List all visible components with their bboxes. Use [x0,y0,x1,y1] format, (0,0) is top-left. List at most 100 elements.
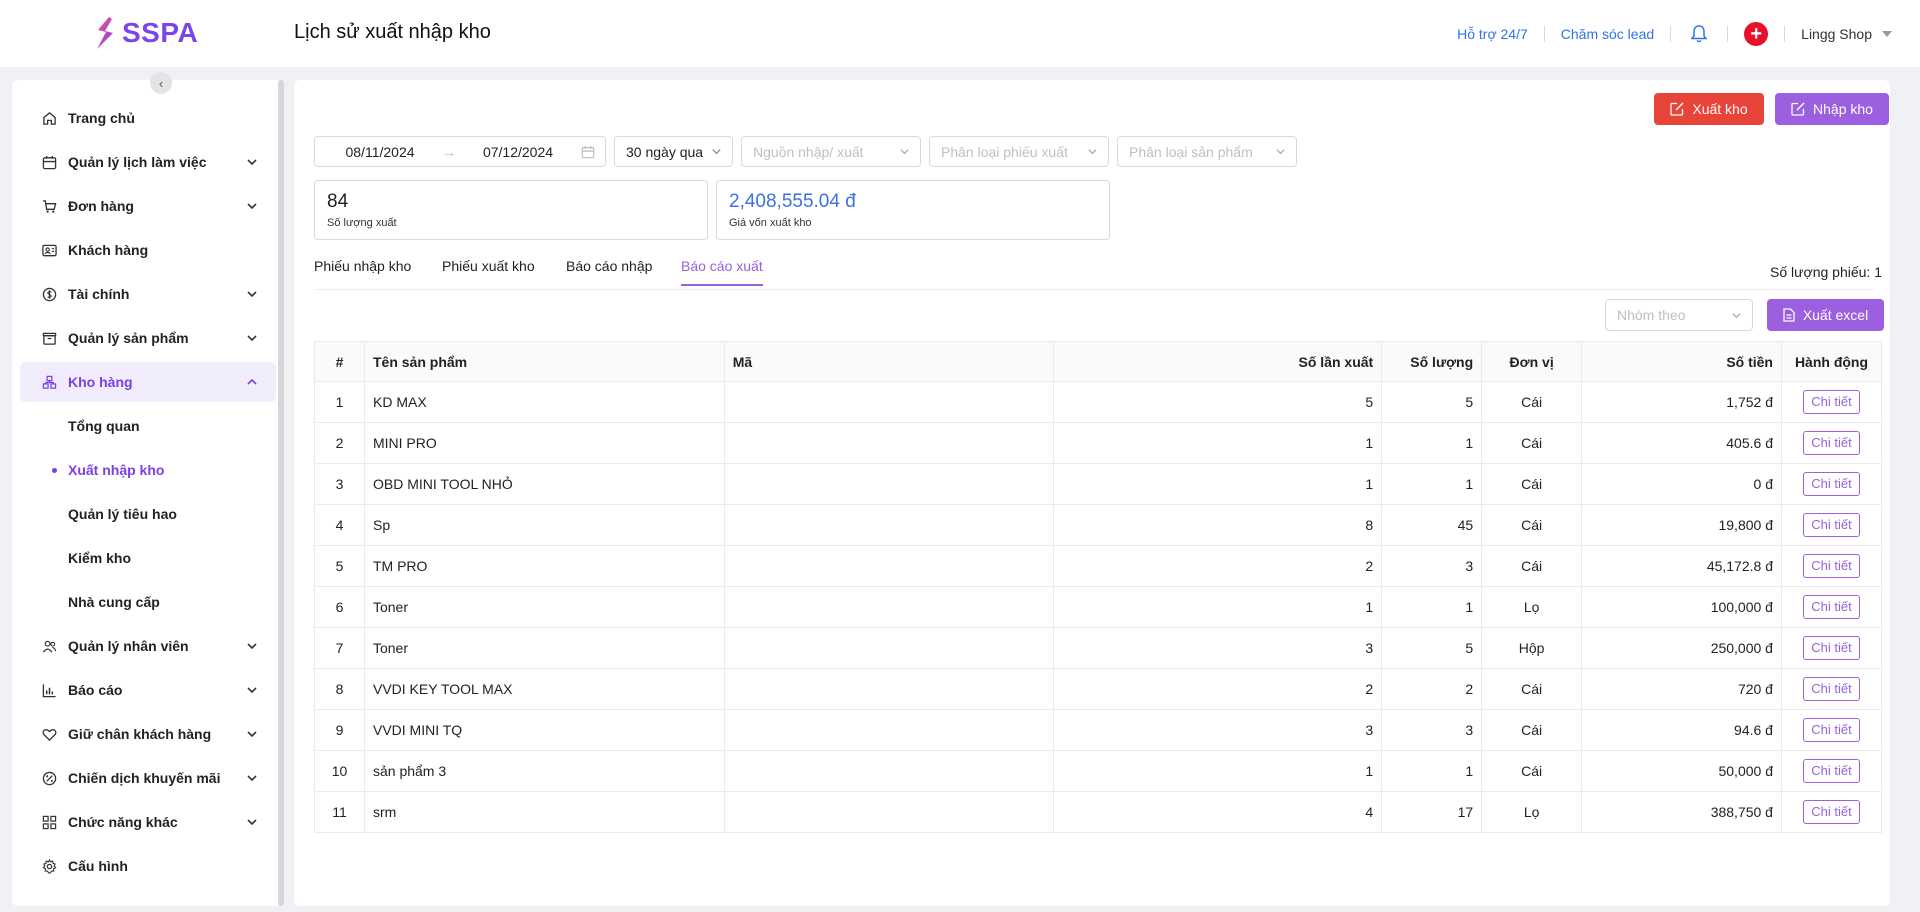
period-select[interactable]: 30 ngày qua [614,136,733,167]
sidebar-subitem-consumption[interactable]: Quản lý tiêu hao [20,494,276,534]
sidebar-item-label: Kho hàng [68,374,133,390]
edit-icon [1791,102,1805,116]
cart-icon [42,198,58,214]
sidebar-scrollbar[interactable] [278,80,284,906]
cell-actions: Chi tiết [1780,504,1883,546]
detail-button[interactable]: Chi tiết [1803,718,1860,742]
chevron-down-icon [247,687,257,694]
sidebar-item-home[interactable]: Trang chủ [20,98,276,138]
cell-export-times: 2 [1053,545,1383,587]
cell-quantity: 17 [1381,791,1483,833]
tab-import-slips[interactable]: Phiếu nhập kho [314,258,411,284]
cell-amount: 100,000 đ [1581,586,1782,628]
cell-product-name: srm [363,791,725,833]
detail-button[interactable]: Chi tiết [1803,390,1860,414]
sidebar-item-products[interactable]: Quản lý sản phẩm [20,318,276,358]
table-row: 8 VVDI KEY TOOL MAX 2 2 Cái 720 đ Chi tiết [314,668,1883,710]
detail-button[interactable]: Chi tiết [1803,800,1860,824]
sidebar-subitem-stocktake[interactable]: Kiểm kho [20,538,276,578]
cell-product-name: VVDI KEY TOOL MAX [363,668,725,710]
sidebar-item-other-functions[interactable]: Chức năng khác [20,802,276,842]
lead-care-link[interactable]: Chăm sóc lead [1545,26,1670,42]
sidebar-item-label: Trang chủ [68,110,135,126]
period-value: 30 ngày qua [626,143,704,160]
cell-quantity: 45 [1381,504,1483,546]
date-range-picker[interactable]: 08/11/2024 → 07/12/2024 [314,136,606,167]
export-stock-button[interactable]: Xuất kho [1654,93,1764,125]
cell-quantity: 3 [1381,545,1483,587]
sidebar-item-orders[interactable]: Đơn hàng [20,186,276,226]
sidebar-item-settings[interactable]: Cấu hình [20,846,276,886]
chevron-down-icon [900,149,909,155]
cell-product-name: KD MAX [363,381,725,423]
support-link[interactable]: Hỗ trợ 24/7 [1441,26,1544,42]
sidebar-item-customers[interactable]: Khách hàng [20,230,276,270]
grid-icon [42,814,58,830]
export-report-table: # Tên sản phẩm Mã Số lần xuất Số lượng Đ… [314,341,1883,833]
table-body: 1 KD MAX 5 5 Cái 1,752 đ Chi tiết 2 MINI PRO 1 1 Cá… [314,381,1883,833]
sidebar-item-reports[interactable]: Báo cáo [20,670,276,710]
column-header-product-name: Tên sản phẩm [363,341,725,382]
date-from[interactable]: 08/11/2024 [325,144,435,160]
cell-amount: 0 đ [1581,463,1782,505]
bell-icon[interactable] [1671,24,1727,43]
cell-code [723,791,1055,833]
tab-import-report[interactable]: Báo cáo nhập [566,258,652,284]
slip-type-select[interactable]: Phân loại phiếu xuất [929,136,1109,167]
detail-button[interactable]: Chi tiết [1803,677,1860,701]
import-stock-button[interactable]: Nhập kho [1775,93,1889,125]
export-excel-button[interactable]: Xuất excel [1767,299,1884,331]
detail-button[interactable]: Chi tiết [1803,472,1860,496]
chevron-down-icon [247,819,257,826]
brand-logo[interactable]: SSPA [94,16,198,50]
collapse-sidebar-button[interactable]: ‹ [150,72,172,94]
detail-button[interactable]: Chi tiết [1803,759,1860,783]
divider [1727,25,1729,42]
cell-code [723,750,1055,792]
sidebar-item-label: Chiến dịch khuyến mãi [68,770,221,786]
add-new-button[interactable]: + [1744,21,1769,46]
group-by-select[interactable]: Nhóm theo [1605,299,1753,331]
cell-index: 6 [314,586,365,628]
date-to[interactable]: 07/12/2024 [463,144,573,160]
dollar-icon [42,286,58,302]
detail-button[interactable]: Chi tiết [1803,554,1860,578]
detail-button[interactable]: Chi tiết [1803,431,1860,455]
cell-export-times: 2 [1053,668,1383,710]
sidebar-item-warehouse[interactable]: Kho hàng [20,362,276,402]
sidebar-subitem-stock-history[interactable]: Xuất nhập kho [20,450,276,490]
cell-quantity: 5 [1381,381,1483,423]
source-select[interactable]: Nguồn nhập/ xuất [741,136,921,167]
cell-actions: Chi tiết [1780,545,1883,587]
group-by-placeholder: Nhóm theo [1617,307,1686,323]
shop-switcher[interactable]: Lingg Shop [1785,26,1892,42]
sidebar-item-retention[interactable]: Giữ chân khách hàng [20,714,276,754]
sidebar-subitem-suppliers[interactable]: Nhà cung cấp [20,582,276,622]
sidebar-item-staff[interactable]: Quản lý nhân viên [20,626,276,666]
tab-export-report[interactable]: Báo cáo xuất [681,258,763,286]
cell-product-name: sản phẩm 3 [363,750,725,792]
tab-export-slips[interactable]: Phiếu xuất kho [442,258,535,284]
cell-code [723,381,1055,423]
sidebar-item-finance[interactable]: Tài chính [20,274,276,314]
cell-product-name: VVDI MINI TQ [363,709,725,751]
cell-quantity: 1 [1381,463,1483,505]
detail-button[interactable]: Chi tiết [1803,513,1860,537]
cell-unit: Cái [1481,381,1583,423]
detail-button[interactable]: Chi tiết [1803,595,1860,619]
cell-index: 10 [314,750,365,792]
sidebar-item-schedule[interactable]: Quản lý lịch làm việc [20,142,276,182]
export-cost-value: 2,408,555.04 đ [729,191,856,212]
cell-export-times: 1 [1053,422,1383,464]
sidebar-item-label: Cấu hình [68,858,128,874]
chevron-down-icon [247,775,257,782]
sidebar-item-promotions[interactable]: Chiến dịch khuyến mãi [20,758,276,798]
chevron-down-icon [247,203,257,210]
sidebar-subitem-overview[interactable]: Tổng quan [20,406,276,446]
cell-export-times: 1 [1053,750,1383,792]
cell-code [723,463,1055,505]
cell-code [723,709,1055,751]
detail-button[interactable]: Chi tiết [1803,636,1860,660]
cell-code [723,627,1055,669]
product-type-select[interactable]: Phân loại sản phẩm [1117,136,1297,167]
